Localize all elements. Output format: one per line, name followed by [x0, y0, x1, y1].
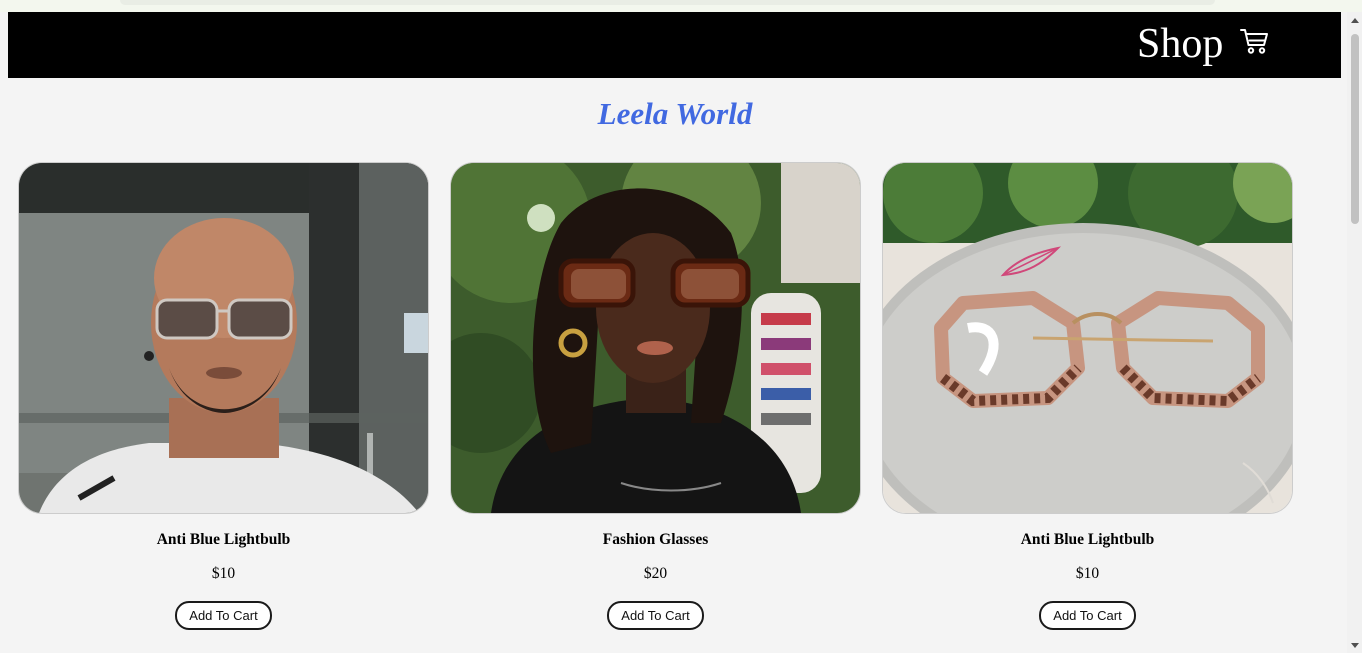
- product-card: Anti Blue Lightbulb $10 Add To Cart: [882, 162, 1293, 630]
- site-header: Shop: [8, 12, 1341, 78]
- product-name: Anti Blue Lightbulb: [1020, 531, 1155, 548]
- product-card: Fashion Glasses $20 Add To Cart: [450, 162, 861, 630]
- scroll-up-arrow-icon[interactable]: [1351, 18, 1359, 23]
- product-price: $20: [643, 565, 668, 582]
- product-card: Anti Blue Lightbulb $10 Add To Cart: [18, 162, 429, 630]
- shopping-cart-icon[interactable]: [1239, 26, 1269, 56]
- add-to-cart-button[interactable]: Add To Cart: [607, 601, 704, 630]
- product-name: Fashion Glasses: [602, 531, 709, 548]
- add-to-cart-button[interactable]: Add To Cart: [1039, 601, 1136, 630]
- product-name: Anti Blue Lightbulb: [156, 531, 291, 548]
- product-price: $10: [1075, 565, 1100, 582]
- product-image-man-sunglasses[interactable]: [18, 162, 429, 514]
- shop-title: Shop: [1137, 21, 1224, 67]
- browser-top-strip: [0, 0, 1362, 12]
- scrollbar-thumb[interactable]: [1351, 34, 1359, 224]
- page-scrollbar[interactable]: [1347, 12, 1362, 653]
- add-to-cart-button[interactable]: Add To Cart: [175, 601, 272, 630]
- browser-address-bar-edge: [120, 0, 1215, 5]
- scroll-down-arrow-icon[interactable]: [1351, 643, 1359, 648]
- product-image-pink-glasses[interactable]: [882, 162, 1293, 514]
- product-image-woman-glasses[interactable]: [450, 162, 861, 514]
- brand-title: Leela World: [597, 96, 753, 131]
- product-price: $10: [211, 565, 236, 582]
